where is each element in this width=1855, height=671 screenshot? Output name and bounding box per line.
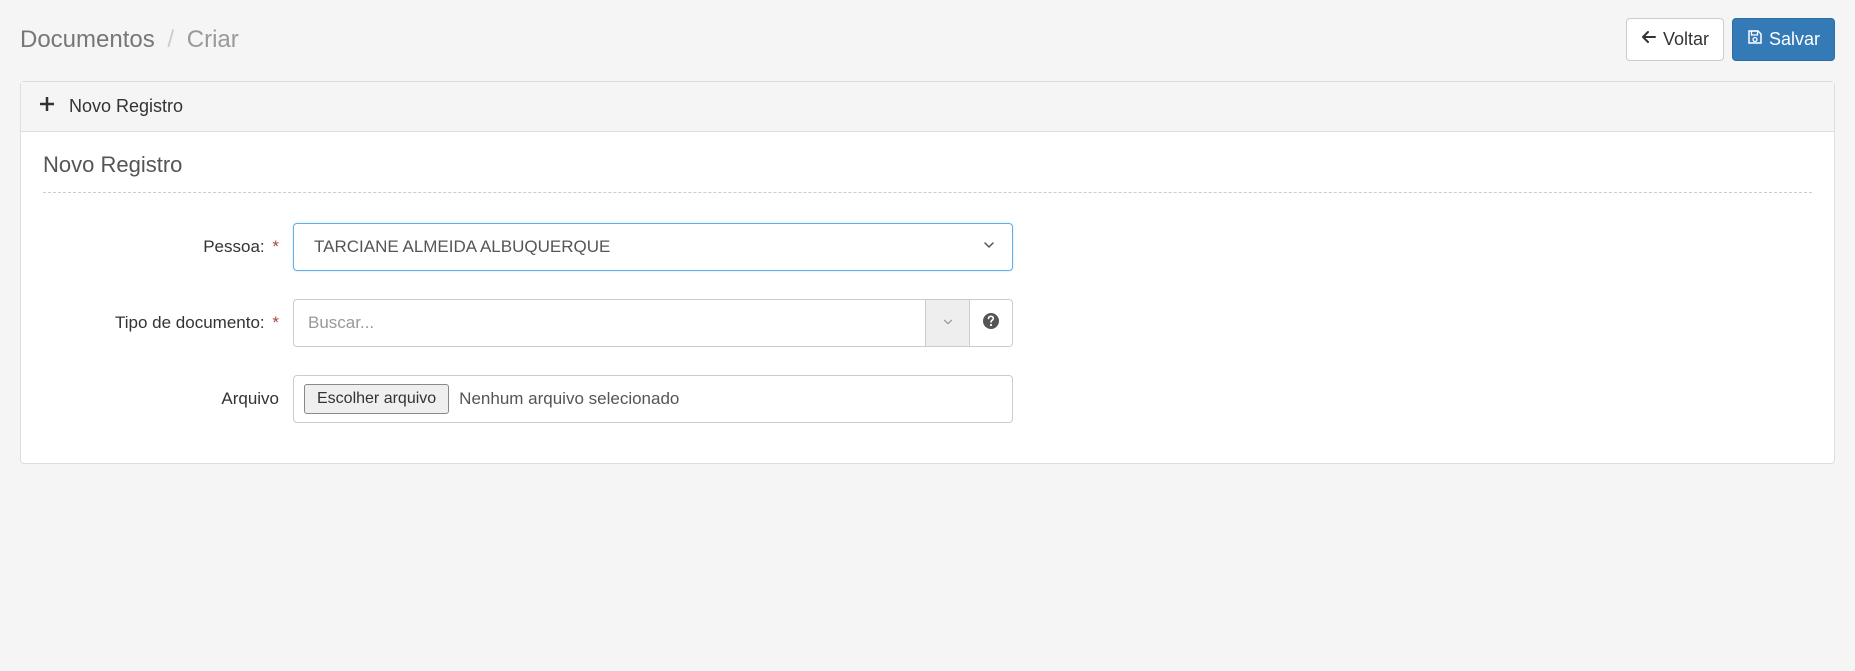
tipo-documento-input[interactable] bbox=[293, 299, 925, 347]
pessoa-label-text: Pessoa: bbox=[203, 237, 264, 256]
back-button-label: Voltar bbox=[1663, 27, 1709, 52]
save-icon bbox=[1747, 27, 1763, 52]
plus-icon bbox=[39, 96, 55, 117]
tipo-documento-combo bbox=[293, 299, 1013, 347]
required-star: * bbox=[272, 237, 279, 256]
pessoa-select[interactable]: TARCIANE ALMEIDA ALBUQUERQUE bbox=[293, 223, 1013, 271]
page-header: Documentos / Criar Voltar Salvar bbox=[0, 0, 1855, 81]
save-button[interactable]: Salvar bbox=[1732, 18, 1835, 61]
chevron-down-icon bbox=[982, 237, 996, 257]
tipo-documento-help-button[interactable] bbox=[969, 299, 1013, 347]
pessoa-value: TARCIANE ALMEIDA ALBUQUERQUE bbox=[314, 237, 610, 257]
panel-body: Novo Registro Pessoa: * TARCIANE ALMEIDA… bbox=[21, 132, 1834, 463]
pessoa-label: Pessoa: * bbox=[43, 237, 293, 257]
save-button-label: Salvar bbox=[1769, 27, 1820, 52]
breadcrumb-root[interactable]: Documentos bbox=[20, 26, 155, 53]
section-divider bbox=[43, 192, 1812, 193]
arquivo-control: Escolher arquivo Nenhum arquivo selecion… bbox=[293, 375, 1013, 423]
panel-heading-text: Novo Registro bbox=[69, 96, 183, 117]
breadcrumb: Documentos / Criar bbox=[20, 26, 239, 54]
header-buttons: Voltar Salvar bbox=[1626, 18, 1835, 61]
form-row-tipo-documento: Tipo de documento: * bbox=[43, 299, 1812, 347]
breadcrumb-separator: / bbox=[167, 26, 174, 53]
breadcrumb-current: Criar bbox=[187, 26, 239, 53]
pessoa-control: TARCIANE ALMEIDA ALBUQUERQUE bbox=[293, 223, 1013, 271]
arrow-left-icon bbox=[1641, 27, 1657, 52]
arquivo-label-text: Arquivo bbox=[221, 389, 279, 408]
back-button[interactable]: Voltar bbox=[1626, 18, 1724, 61]
section-title: Novo Registro bbox=[43, 152, 1812, 178]
tipo-documento-label: Tipo de documento: * bbox=[43, 313, 293, 333]
chevron-down-icon bbox=[942, 316, 954, 331]
required-star: * bbox=[272, 313, 279, 332]
panel: Novo Registro Novo Registro Pessoa: * TA… bbox=[20, 81, 1835, 464]
arquivo-field[interactable]: Escolher arquivo Nenhum arquivo selecion… bbox=[293, 375, 1013, 423]
arquivo-label: Arquivo bbox=[43, 389, 293, 409]
tipo-documento-label-text: Tipo de documento: bbox=[115, 313, 265, 332]
tipo-documento-control bbox=[293, 299, 1013, 347]
help-icon bbox=[982, 312, 1000, 335]
file-status-text: Nenhum arquivo selecionado bbox=[459, 389, 679, 409]
choose-file-button[interactable]: Escolher arquivo bbox=[304, 384, 449, 414]
panel-heading[interactable]: Novo Registro bbox=[21, 82, 1834, 132]
form-row-pessoa: Pessoa: * TARCIANE ALMEIDA ALBUQUERQUE bbox=[43, 223, 1812, 271]
tipo-documento-dropdown-button[interactable] bbox=[925, 299, 969, 347]
form-row-arquivo: Arquivo Escolher arquivo Nenhum arquivo … bbox=[43, 375, 1812, 423]
